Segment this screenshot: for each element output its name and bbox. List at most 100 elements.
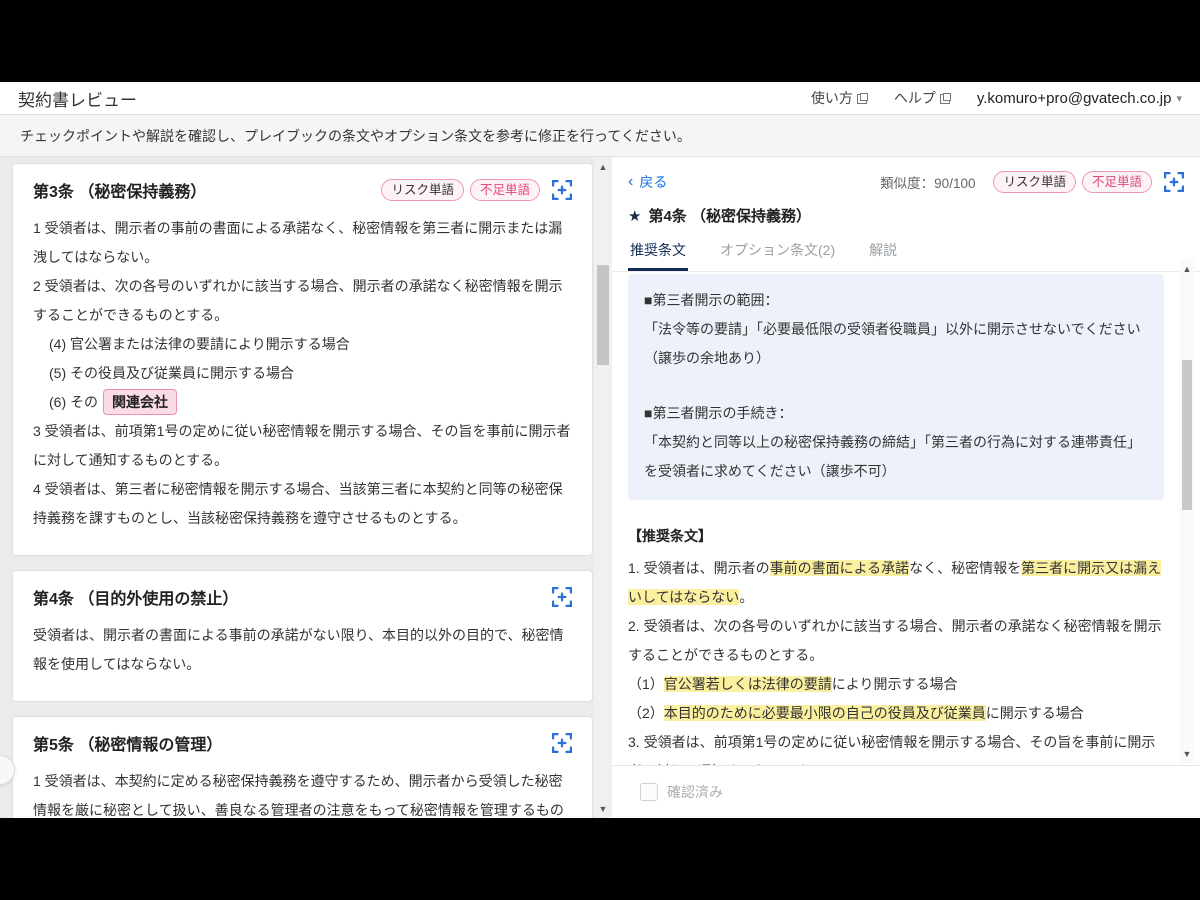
expand-icon[interactable] <box>1164 172 1184 192</box>
instruction-bar: チェックポイントや解説を確認し、プレイブックの条文やオプション条文を参考に修正を… <box>0 115 1200 157</box>
back-button[interactable]: ‹ 戻る <box>628 172 667 192</box>
text-line: 1 受領者は、本契約に定める秘密保持義務を遵守するため、開示者から受領した秘密情… <box>33 767 572 818</box>
letterbox-top <box>0 0 1200 82</box>
external-link-icon <box>857 93 868 104</box>
article-card-4[interactable]: 第4条 （目的外使用の禁止） 受領者は、開示者の書面による事前の承諾がない限り、… <box>12 570 593 702</box>
detail-scrollbar[interactable]: ▲ ▼ <box>1180 260 1194 763</box>
checkpoint-body: 「法令等の要請」「必要最低限の受領者役職員」以外に開示させないでください（譲歩の… <box>644 315 1148 373</box>
text-line: 受領者は、開示者の書面による事前の承諾がない限り、本目的以外の目的で、秘密情報を… <box>33 621 572 679</box>
confirmed-checkbox-label: 確認済み <box>667 782 723 802</box>
highlighted-text: 事前の書面による承諾 <box>770 560 910 576</box>
text-line: 3. 受領者は、前項第1号の定めに従い秘密情報を開示する場合、その旨を事前に開示… <box>628 728 1164 765</box>
confirmed-checkbox[interactable] <box>640 783 658 801</box>
checkpoint-title: ■第三者開示の手続き： <box>644 399 1148 428</box>
usage-link-label: 使い方 <box>811 88 853 108</box>
detail-article-title: 第4条 （秘密保持義務） <box>648 205 811 226</box>
plain-text: 受領者は、開示者の書面による事前の承諾がない限り、本目的以外の目的で、秘密情報を… <box>33 627 563 672</box>
account-menu[interactable]: y.komuro+pro@gvatech.co.jp ▾ <box>977 90 1182 107</box>
plain-text: （2） <box>628 705 664 721</box>
article-card-5[interactable]: 第5条 （秘密情報の管理） 1 受領者は、本契約に定める秘密保持義務を遵守するた… <box>12 716 593 818</box>
app-header: 契約書レビュー 使い方 ヘルプ y.komuro+pro@gvatech.co.… <box>0 82 1200 115</box>
scroll-down-icon[interactable]: ▼ <box>1180 747 1194 761</box>
detail-footer: 確認済み <box>612 765 1200 818</box>
detail-article-title-row: ★ 第4条 （秘密保持義務） <box>612 193 1200 226</box>
help-link-label: ヘルプ <box>894 88 936 108</box>
expand-icon[interactable] <box>552 180 572 200</box>
scrollbar-thumb[interactable] <box>597 265 609 365</box>
review-detail-panel: ‹ 戻る 類似度：90/100 リスク単語 不足単語 ★ 第4条 （秘密保持義務… <box>612 157 1200 818</box>
instruction-text: チェックポイントや解説を確認し、プレイブックの条文やオプション条文を参考に修正を… <box>20 126 691 146</box>
article-card-3[interactable]: 第3条 （秘密保持義務） リスク単語 不足単語 1 受領者は、開示者の事前の書面… <box>12 163 593 556</box>
plain-text: なく、秘密情報を <box>909 560 1021 576</box>
scroll-up-icon[interactable]: ▲ <box>594 160 612 174</box>
text-line: 1 受領者は、開示者の事前の書面による承諾なく、秘密情報を第三者に開示または漏洩… <box>33 214 572 272</box>
recommended-clause-text: 1. 受領者は、開示者の事前の書面による承諾なく、秘密情報を第三者に開示又は漏え… <box>628 554 1164 765</box>
plain-text: に開示する場合 <box>986 705 1084 721</box>
scroll-down-icon[interactable]: ▼ <box>594 802 612 816</box>
article-body: 1 受領者は、開示者の事前の書面による承諾なく、秘密情報を第三者に開示または漏洩… <box>33 214 572 533</box>
letterbox-bottom <box>0 818 1200 900</box>
plain-text: 4 受領者は、第三者に秘密情報を開示する場合、当該第三者に本契約と同等の秘密保持… <box>33 481 563 526</box>
text-line: 3 受領者は、前項第1号の定めに従い秘密情報を開示する場合、その旨を事前に開示者… <box>33 417 572 475</box>
scroll-up-icon[interactable]: ▲ <box>1180 262 1194 276</box>
plain-text: 2. 受領者は、次の各号のいずれかに該当する場合、開示者の承諾なく秘密情報を開示… <box>628 618 1162 663</box>
highlighted-text: 本目的のために必要最小限の自己の役員及び従業員 <box>664 705 986 721</box>
detail-header-row: ‹ 戻る 類似度：90/100 リスク単語 不足単語 <box>612 157 1200 193</box>
missing-word-badge: 不足単語 <box>470 179 540 201</box>
recommended-clause-heading: 【推奨条文】 <box>628 526 1164 546</box>
left-scrollbar[interactable]: ▲ ▼ <box>594 157 612 818</box>
plain-text: (5) その役員及び従業員に開示する場合 <box>49 365 294 381</box>
text-line: (6) その関連会社 <box>33 388 572 417</box>
text-line: （2）本目的のために必要最小限の自己の役員及び従業員に開示する場合 <box>628 699 1164 728</box>
article-card-header: 第4条 （目的外使用の禁止） <box>33 585 572 609</box>
checkpoint-title: ■第三者開示の範囲： <box>644 286 1148 315</box>
article-body: 受領者は、開示者の書面による事前の承諾がない限り、本目的以外の目的で、秘密情報を… <box>33 621 572 679</box>
text-line: (5) その役員及び従業員に開示する場合 <box>33 359 572 388</box>
account-email: y.komuro+pro@gvatech.co.jp <box>977 90 1172 107</box>
risk-word-badge: リスク単語 <box>381 179 464 201</box>
article-title: 第4条 （目的外使用の禁止） <box>33 585 540 609</box>
plain-text: により開示する場合 <box>832 676 958 692</box>
text-line: 4 受領者は、第三者に秘密情報を開示する場合、当該第三者に本契約と同等の秘密保持… <box>33 475 572 533</box>
plain-text: 3 受領者は、前項第1号の定めに従い秘密情報を開示する場合、その旨を事前に開示者… <box>33 423 570 468</box>
expand-icon[interactable] <box>552 733 572 753</box>
missing-word-badge: 不足単語 <box>1082 171 1152 193</box>
text-line: 2. 受領者は、次の各号のいずれかに該当する場合、開示者の承諾なく秘密情報を開示… <box>628 612 1164 670</box>
risk-term: 関連会社 <box>103 389 177 415</box>
contract-article-list: 第3条 （秘密保持義務） リスク単語 不足単語 1 受領者は、開示者の事前の書面… <box>0 157 594 818</box>
text-line: 2 受領者は、次の各号のいずれかに該当する場合、開示者の承諾なく秘密情報を開示す… <box>33 272 572 330</box>
article-title: 第5条 （秘密情報の管理） <box>33 731 540 755</box>
contract-review-app: 契約書レビュー 使い方 ヘルプ y.komuro+pro@gvatech.co.… <box>0 82 1200 818</box>
app-title: 契約書レビュー <box>18 86 137 111</box>
help-link[interactable]: ヘルプ <box>894 88 951 108</box>
risk-word-badge: リスク単語 <box>993 171 1076 193</box>
back-label: 戻る <box>639 172 667 192</box>
chevron-down-icon: ▾ <box>1176 92 1182 105</box>
checkpoint-body: 「本契約と同等以上の秘密保持義務の締結」「第三者の行為に対する連帯責任」を受領者… <box>644 428 1148 486</box>
checkpoint-section: ■第三者開示の手続き： 「本契約と同等以上の秘密保持義務の締結」「第三者の行為に… <box>644 399 1148 486</box>
text-line: 1. 受領者は、開示者の事前の書面による承諾なく、秘密情報を第三者に開示又は漏え… <box>628 554 1164 612</box>
plain-text: 1. 受領者は、開示者の <box>628 560 770 576</box>
expand-icon[interactable] <box>552 587 572 607</box>
checkpoint-box: ■第三者開示の範囲： 「法令等の要請」「必要最低限の受領者役職員」以外に開示させ… <box>628 274 1164 500</box>
checkpoint-section: ■第三者開示の範囲： 「法令等の要請」「必要最低限の受領者役職員」以外に開示させ… <box>644 286 1148 373</box>
text-line: （1）官公署若しくは法律の要請により開示する場合 <box>628 670 1164 699</box>
text-line: (4) 官公署または法律の要請により開示する場合 <box>33 330 572 359</box>
plain-text: 1 受領者は、本契約に定める秘密保持義務を遵守するため、開示者から受領した秘密情… <box>33 773 564 818</box>
article-title: 第3条 （秘密保持義務） <box>33 178 375 202</box>
plain-text: （1） <box>628 676 664 692</box>
main-area: 第3条 （秘密保持義務） リスク単語 不足単語 1 受領者は、開示者の事前の書面… <box>0 157 1200 818</box>
star-icon[interactable]: ★ <box>628 207 641 225</box>
article-body: 1 受領者は、本契約に定める秘密保持義務を遵守するため、開示者から受領した秘密情… <box>33 767 572 818</box>
detail-scroll-area[interactable]: ■第三者開示の範囲： 「法令等の要請」「必要最低限の受領者役職員」以外に開示させ… <box>612 260 1200 765</box>
article-card-header: 第3条 （秘密保持義務） リスク単語 不足単語 <box>33 178 572 202</box>
similarity-score: 類似度：90/100 <box>880 172 975 192</box>
usage-link[interactable]: 使い方 <box>811 88 868 108</box>
article-card-header: 第5条 （秘密情報の管理） <box>33 731 572 755</box>
scrollbar-thumb[interactable] <box>1182 360 1192 510</box>
plain-text: (6) その <box>49 394 98 410</box>
plain-text: 2 受領者は、次の各号のいずれかに該当する場合、開示者の承諾なく秘密情報を開示す… <box>33 278 563 323</box>
external-link-icon <box>940 93 951 104</box>
plain-text: 。 <box>739 589 753 605</box>
plain-text: (4) 官公署または法律の要請により開示する場合 <box>49 336 350 352</box>
